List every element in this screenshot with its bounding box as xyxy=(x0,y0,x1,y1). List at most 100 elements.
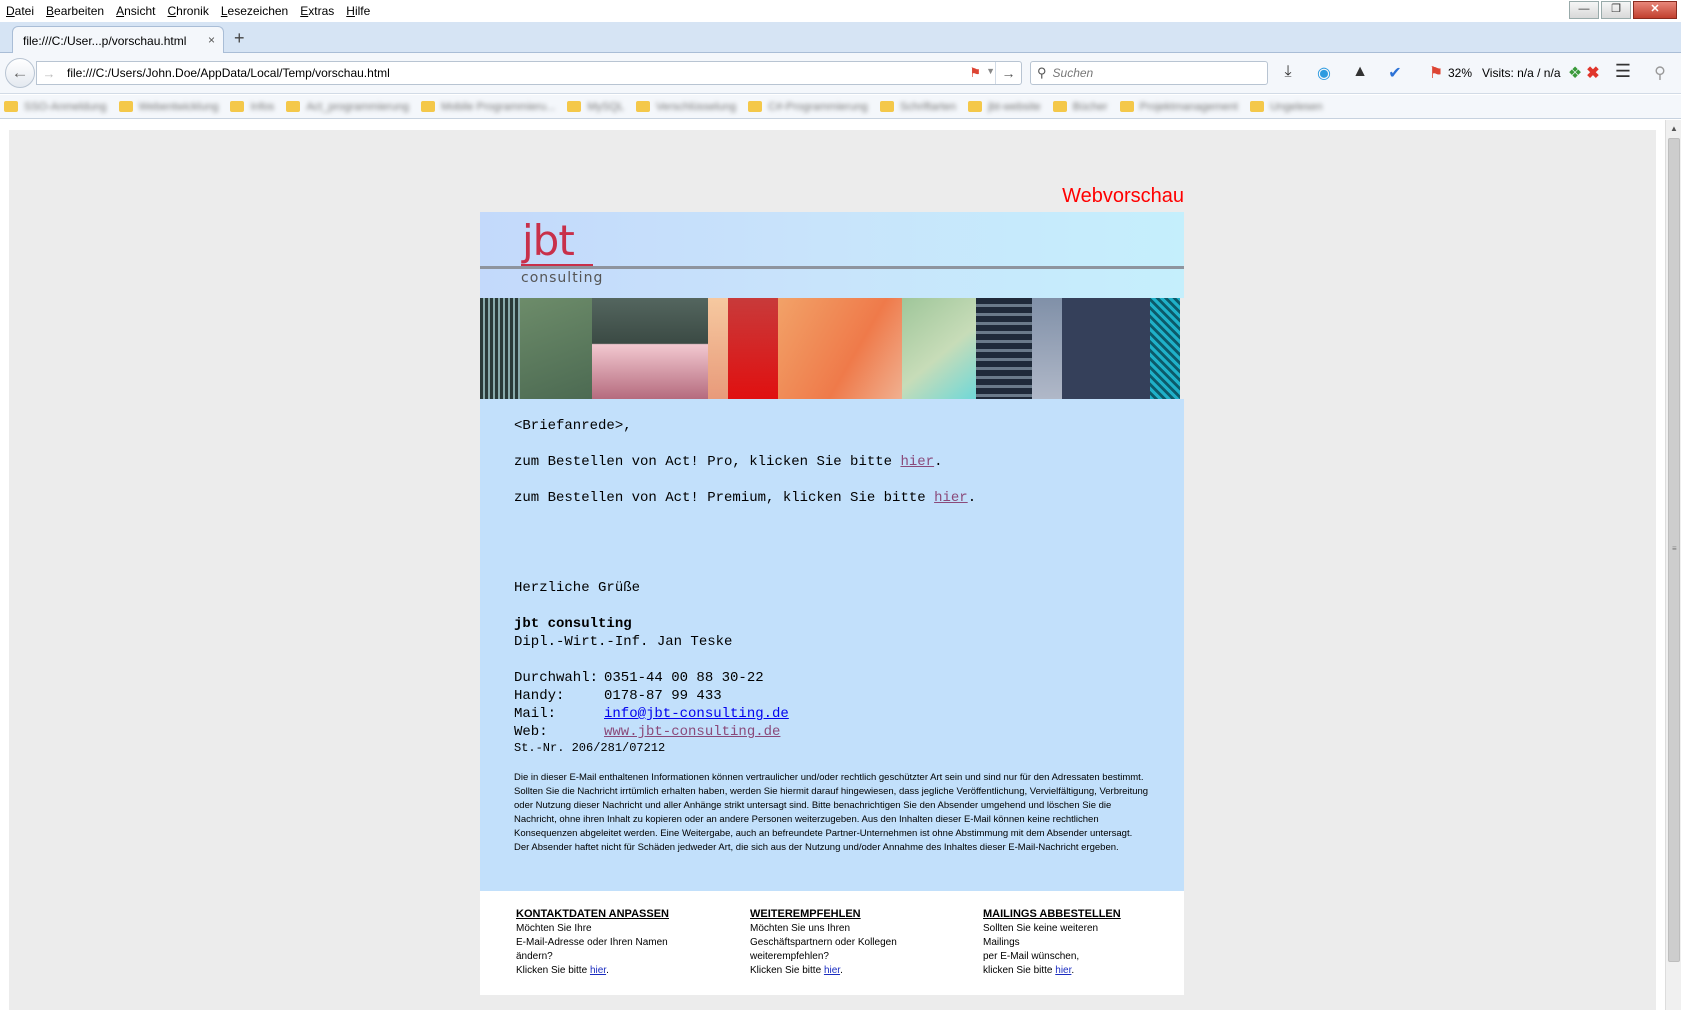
phone-direct: 0351-44 00 88 30-22 xyxy=(604,670,764,686)
zoom-search-icon[interactable]: ⚲ xyxy=(1650,63,1670,83)
sync-icon[interactable]: ▲ xyxy=(1350,63,1370,81)
footer-col-abbestellen: MAILINGS ABBESTELLEN Sollten Sie keine w… xyxy=(983,907,1183,978)
abbestellen-link[interactable]: hier xyxy=(1055,965,1071,976)
mail-link[interactable]: info@jbt-consulting.de xyxy=(604,705,789,723)
order-line-premium: zum Bestellen von Act! Premium, klicken … xyxy=(514,490,977,506)
bookmark-folder[interactable]: Bücher xyxy=(1052,101,1108,113)
order-premium-link[interactable]: hier xyxy=(934,490,968,506)
contact-row: Handy: 0178-87 99 433 xyxy=(514,688,722,704)
close-window-button[interactable]: ✕ xyxy=(1633,1,1677,19)
webvorschau-title: Webvorschau xyxy=(1062,185,1184,207)
menu-bearbeiten[interactable]: Bearbeiten xyxy=(46,4,104,18)
zoom-readout: 32% xyxy=(1448,66,1473,80)
banner-image xyxy=(480,298,1184,399)
bookmark-folder[interactable]: Webentwicklung xyxy=(118,101,218,113)
grip-icon: ≡ xyxy=(1672,544,1677,553)
footer-heading: MAILINGS ABBESTELLEN xyxy=(983,908,1121,920)
back-button[interactable]: ← xyxy=(5,58,35,88)
hamburger-menu-icon[interactable]: ☰ xyxy=(1613,61,1633,82)
menu-ansicht[interactable]: Ansicht xyxy=(116,4,155,18)
menu-lesezeichen[interactable]: Lesezeichen xyxy=(221,4,288,18)
bookmark-folder[interactable]: SSO-Anmeldung xyxy=(4,101,107,113)
email-header: jbt consulting xyxy=(480,212,1184,298)
tab-title: file:///C:/User...p/vorschau.html xyxy=(23,33,187,48)
bookmark-folder[interactable]: Verschlüsselung xyxy=(636,101,736,113)
email-body: <Briefanrede>, zum Bestellen von Act! Pr… xyxy=(480,399,1184,891)
minimize-button[interactable]: — xyxy=(1569,1,1599,19)
page-viewport: Webvorschau jbt consulting <Briefanrede>… xyxy=(0,120,1681,1010)
order-pro-link[interactable]: hier xyxy=(900,454,934,470)
folder-icon xyxy=(567,101,582,112)
addon-icon[interactable]: ❖ xyxy=(1565,63,1585,83)
salutation: <Briefanrede>, xyxy=(514,418,632,434)
email-footer: KONTAKTDATEN ANPASSEN Möchten Sie Ihre E… xyxy=(480,891,1184,995)
search-input[interactable]: ⚲ Suchen xyxy=(1030,61,1268,85)
folder-icon xyxy=(636,101,651,112)
download-icon[interactable]: ⤓ xyxy=(1278,63,1298,81)
footer-col-weiterempfehlen: WEITEREMPFEHLEN Möchten Sie uns Ihren Ge… xyxy=(750,907,950,978)
email-newsletter: jbt consulting <Briefanrede>, zum Bestel… xyxy=(480,212,1184,995)
weiterempfehlen-link[interactable]: hier xyxy=(824,965,840,976)
order-line-pro: zum Bestellen von Act! Pro, klicken Sie … xyxy=(514,454,943,470)
contact-row: Web: www.jbt-consulting.de xyxy=(514,723,781,741)
bookmark-folder[interactable]: Schriftarten xyxy=(879,101,956,113)
phone-mobile: 0178-87 99 433 xyxy=(604,688,722,704)
url-text[interactable]: file:///C:/Users/John.Doe/AppData/Local/… xyxy=(67,66,390,80)
search-placeholder: Suchen xyxy=(1052,66,1094,80)
bookmark-folder[interactable]: Projektmanagement xyxy=(1119,101,1238,113)
bookmark-folder[interactable]: C#-Programmierung xyxy=(748,101,868,113)
restore-button[interactable]: ❐ xyxy=(1601,1,1631,19)
signature-company: jbt consulting xyxy=(514,616,632,632)
menu-datei[interactable]: Datei xyxy=(6,4,34,18)
ghostery-icon[interactable]: ◉ xyxy=(1314,63,1334,83)
new-tab-button[interactable]: + xyxy=(234,28,245,49)
tab-close-icon[interactable]: × xyxy=(208,33,215,47)
logo-consulting: consulting xyxy=(521,270,604,286)
bookmark-folder[interactable]: jbt-website xyxy=(968,101,1041,113)
bookmark-folder[interactable]: Mobile Programmieru... xyxy=(421,101,555,113)
bookmark-folder[interactable]: Infos xyxy=(230,101,274,113)
legal-disclaimer: Die in dieser E-Mail enthaltenen Informa… xyxy=(514,772,1149,853)
logo-jbt: jbt xyxy=(522,216,575,265)
bookmark-folder[interactable]: MySQL xyxy=(567,101,624,113)
footer-col-kontaktdaten: KONTAKTDATEN ANPASSEN Möchten Sie Ihre E… xyxy=(516,907,716,978)
signature-person: Dipl.-Wirt.-Inf. Jan Teske xyxy=(514,634,733,650)
folder-icon xyxy=(4,101,18,112)
kontaktdaten-link[interactable]: hier xyxy=(590,965,606,976)
folder-icon xyxy=(421,101,436,112)
folder-icon xyxy=(1119,101,1134,112)
dropdown-icon[interactable]: ▼ xyxy=(986,66,995,76)
tax-number: St.-Nr. 206/281/07212 xyxy=(514,741,666,755)
flag-counter-icon[interactable]: ⚑ xyxy=(1426,63,1446,83)
folder-icon xyxy=(1052,101,1067,112)
bookmark-folder[interactable]: Act_programmierung xyxy=(286,101,409,113)
header-rule xyxy=(480,266,1184,269)
check-shield-icon[interactable]: ✔ xyxy=(1385,63,1405,83)
folder-icon xyxy=(118,101,133,112)
menu-hilfe[interactable]: Hilfe xyxy=(346,4,370,18)
scroll-thumb[interactable]: ≡ xyxy=(1668,138,1680,962)
folder-icon xyxy=(968,101,983,112)
folder-icon xyxy=(1249,101,1264,112)
tab-strip: file:///C:/User...p/vorschau.html × + xyxy=(0,22,1681,54)
go-button[interactable]: → xyxy=(995,62,1021,84)
footer-heading: WEITEREMPFEHLEN xyxy=(750,908,861,920)
tab-vorschau[interactable]: file:///C:/User...p/vorschau.html × xyxy=(12,26,224,54)
menu-bar: Datei Bearbeiten Ansicht Chronik Lesezei… xyxy=(0,0,1681,22)
menu-extras[interactable]: Extras xyxy=(300,4,334,18)
contact-row: Mail: info@jbt-consulting.de xyxy=(514,705,789,723)
block-icon[interactable]: ✖ xyxy=(1583,63,1603,83)
web-link[interactable]: www.jbt-consulting.de xyxy=(604,723,780,741)
folder-icon xyxy=(748,101,763,112)
scroll-up-icon[interactable]: ▲ xyxy=(1666,124,1681,133)
menu-chronik[interactable]: Chronik xyxy=(167,4,208,18)
folder-icon xyxy=(230,101,245,112)
bookmark-folder[interactable]: Ungelesen xyxy=(1249,101,1323,113)
greeting: Herzliche Grüße xyxy=(514,580,641,596)
forward-icon[interactable]: → xyxy=(37,66,61,81)
window-controls: — ❐ ✕ xyxy=(1569,1,1677,19)
flag-icon[interactable]: ⚑ xyxy=(969,65,981,81)
vertical-scrollbar[interactable]: ▲ ≡ xyxy=(1665,120,1681,1010)
footer-heading: KONTAKTDATEN ANPASSEN xyxy=(516,908,669,920)
url-bar[interactable]: → file:///C:/Users/John.Doe/AppData/Loca… xyxy=(36,61,1022,85)
